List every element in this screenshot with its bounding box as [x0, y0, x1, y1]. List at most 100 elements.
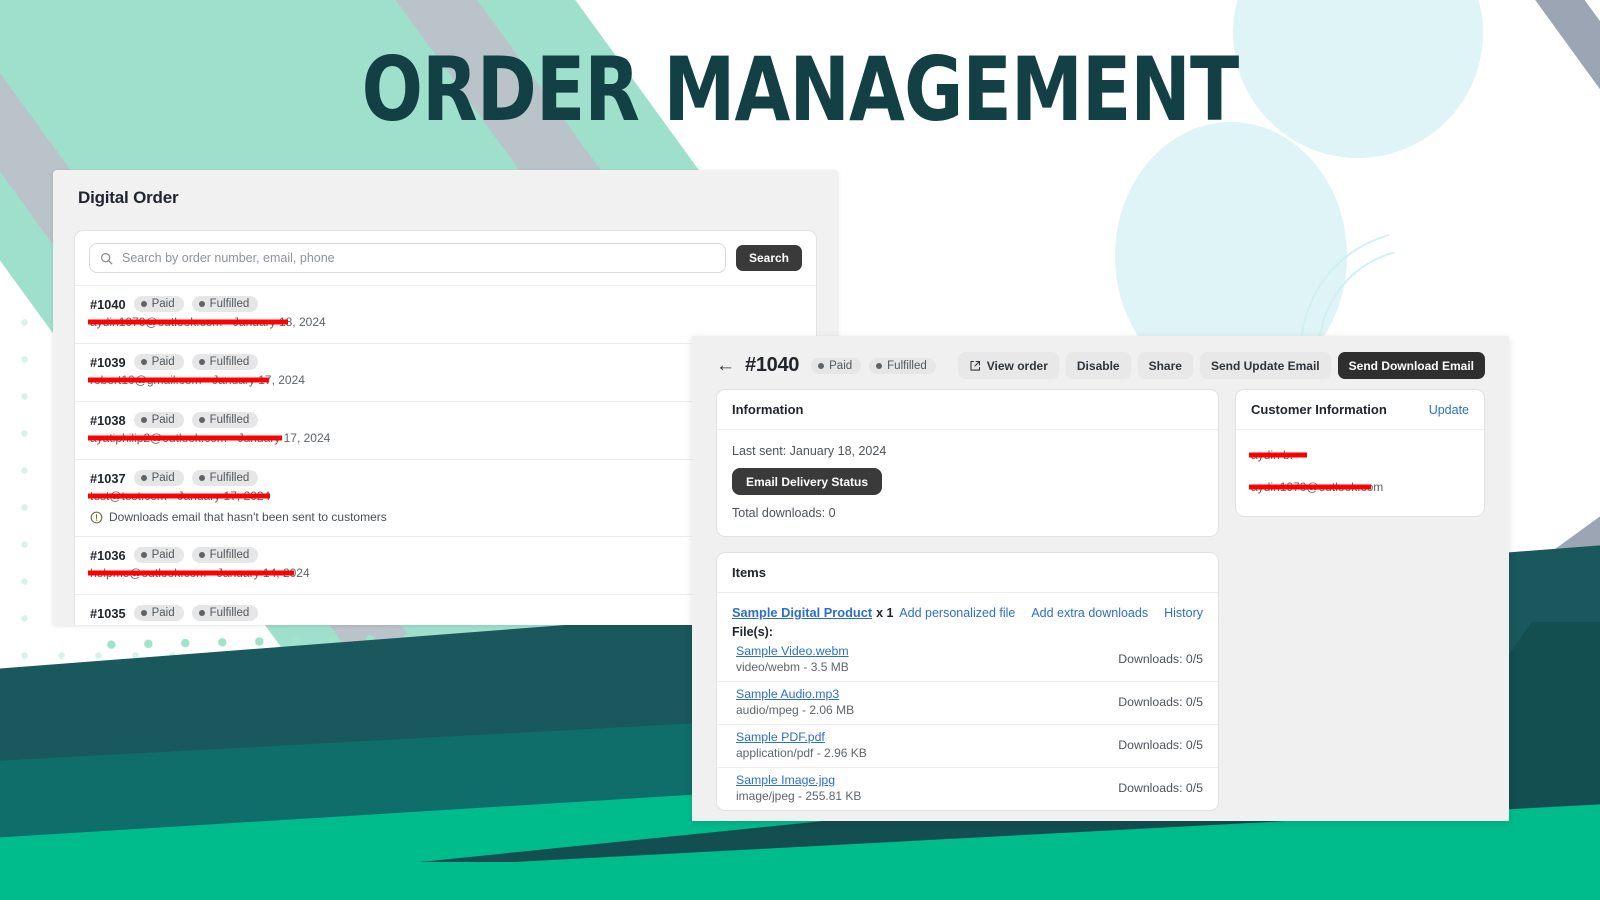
- redaction-bar: [88, 435, 282, 441]
- status-dot-icon: [876, 362, 883, 369]
- status-badge-paid: Paid: [133, 354, 184, 370]
- order-number: #1039: [90, 354, 126, 370]
- file-meta: audio/mpeg - 2.06 MB: [736, 703, 855, 717]
- file-name-link[interactable]: Sample Image.jpg: [736, 773, 861, 787]
- share-button[interactable]: Share: [1137, 352, 1193, 379]
- status-dot-icon: [198, 417, 205, 423]
- status-badge-paid: Paid: [811, 357, 862, 374]
- file-download-count: Downloads: 0/5: [1118, 781, 1203, 795]
- status-badge-label: Fulfilled: [209, 414, 250, 426]
- file-meta: image/jpeg - 255.81 KB: [736, 789, 862, 803]
- status-badge-label: Paid: [151, 298, 175, 310]
- file-info: Sample PDF.pdf application/pdf - 2.96 KB: [736, 730, 867, 760]
- status-dot-icon: [198, 552, 205, 558]
- toolbar-actions: View order Disable Share Send Update Email S…: [957, 352, 1485, 379]
- customer-update-link[interactable]: Update: [1429, 403, 1469, 417]
- add-personalized-file-link[interactable]: Add personalized file: [899, 606, 1015, 620]
- status-badge-label: Fulfilled: [209, 298, 250, 310]
- status-badge-paid: Paid: [133, 605, 184, 621]
- product-quantity: x 1: [876, 606, 894, 620]
- status-badge-label: Fulfilled: [887, 359, 927, 372]
- last-sent-text: Last sent: January 18, 2024: [732, 444, 887, 458]
- status-badge-paid: Paid: [133, 547, 184, 563]
- status-dot-icon: [140, 301, 147, 307]
- file-download-count: Downloads: 0/5: [1118, 652, 1203, 666]
- customer-email-redacted: aydin1070@outlook.com: [1249, 480, 1383, 494]
- status-badge-label: Paid: [151, 356, 175, 368]
- status-badge-label: Paid: [151, 549, 175, 561]
- order-number: #1035: [90, 605, 126, 621]
- redaction-bar: [88, 493, 270, 499]
- status-badge-fulfilled: Fulfilled: [191, 547, 259, 563]
- redaction-bar: [1249, 484, 1371, 490]
- search-button[interactable]: Search: [735, 245, 802, 271]
- order-row[interactable]: #1040 Paid Fulfilled aydin1070@outlook.com …: [75, 285, 816, 343]
- status-badge-fulfilled: Fulfilled: [191, 412, 259, 428]
- order-number: #1038: [90, 412, 126, 428]
- order-number: #1037: [90, 470, 126, 486]
- disable-button[interactable]: Disable: [1065, 352, 1131, 379]
- status-dot-icon: [198, 301, 205, 307]
- search-row: Search: [75, 231, 816, 285]
- share-label: Share: [1148, 358, 1182, 373]
- order-customer-line: aydin1070@outlook.com - January 18, 2024: [88, 315, 326, 329]
- status-dot-icon: [140, 475, 147, 481]
- email-delivery-status-button[interactable]: Email Delivery Status: [732, 468, 883, 495]
- status-dot-icon: [140, 610, 147, 616]
- order-customer-line: robert10@gmail.com - January 17, 2024: [88, 373, 305, 387]
- warning-icon: [90, 511, 103, 523]
- status-badge-label: Fulfilled: [209, 607, 250, 619]
- order-detail-panel: ← #1040 Paid Fulfilled View order Disable…: [692, 336, 1509, 821]
- detail-side-column: Customer Information Update aydin b. ayd…: [1235, 389, 1485, 811]
- file-info: Sample Image.jpg image/jpeg - 255.81 KB: [736, 773, 861, 803]
- status-badge-paid: Paid: [133, 296, 184, 312]
- page-title: ORDER MANAGEMENT: [361, 38, 1240, 141]
- status-badge-paid: Paid: [133, 470, 184, 486]
- view-order-button[interactable]: View order: [957, 352, 1059, 379]
- order-customer-line: ayatiphilip2@outlook.com - January 17, 2…: [88, 431, 330, 445]
- file-name-link[interactable]: Sample Video.webm: [736, 644, 849, 658]
- send-update-email-button[interactable]: Send Update Email: [1199, 352, 1331, 379]
- detail-body: Information Last sent: January 18, 2024 …: [692, 389, 1509, 811]
- file-row: Sample Audio.mp3 audio/mpeg - 2.06 MB Down…: [717, 681, 1218, 724]
- redaction-bar: [88, 377, 269, 383]
- order-customer-line: helpme@outlook.com - January 14, 2024: [88, 566, 310, 580]
- file-name-link[interactable]: Sample Audio.mp3: [736, 687, 854, 701]
- information-body: Last sent: January 18, 2024 Email Delive…: [717, 430, 1218, 536]
- status-badge-label: Fulfilled: [209, 356, 250, 368]
- items-heading: Items: [717, 553, 1218, 593]
- status-badge-fulfilled: Fulfilled: [869, 357, 936, 374]
- search-box[interactable]: [89, 243, 726, 273]
- file-row: Sample Image.jpg image/jpeg - 255.81 KB Do…: [717, 767, 1218, 810]
- status-badge-fulfilled: Fulfilled: [191, 354, 259, 370]
- view-order-label: View order: [986, 358, 1048, 373]
- status-badge-label: Paid: [829, 359, 853, 372]
- file-name-link[interactable]: Sample PDF.pdf: [736, 730, 867, 744]
- status-badge-label: Fulfilled: [209, 472, 250, 484]
- customer-heading-label: Customer Information: [1251, 402, 1387, 417]
- status-badge-label: Paid: [151, 607, 175, 619]
- history-link[interactable]: History: [1164, 606, 1203, 620]
- back-arrow-icon[interactable]: ←: [716, 356, 735, 375]
- search-input[interactable]: [122, 251, 715, 265]
- product-name-link[interactable]: Sample Digital Product: [732, 605, 872, 620]
- status-badge-fulfilled: Fulfilled: [191, 296, 259, 312]
- add-extra-downloads-link[interactable]: Add extra downloads: [1031, 606, 1148, 620]
- detail-status-badges: Paid Fulfilled: [811, 357, 936, 374]
- disable-label: Disable: [1076, 358, 1120, 373]
- files-list: Sample Video.webm video/webm - 3.5 MB Down…: [717, 639, 1218, 810]
- status-dot-icon: [198, 359, 205, 365]
- item-header-row: Sample Digital Product x 1 Add personali…: [717, 593, 1218, 620]
- order-customer-text: paulahermorillcy@gmail.com - January 14,…: [90, 624, 348, 625]
- status-badge-paid: Paid: [133, 412, 184, 428]
- order-customer-line: test@test.com - January 17, 2024: [88, 489, 270, 503]
- file-meta: video/webm - 3.5 MB: [736, 660, 849, 674]
- information-heading: Information: [717, 390, 1218, 430]
- status-badge-label: Paid: [151, 472, 175, 484]
- file-download-count: Downloads: 0/5: [1118, 695, 1203, 709]
- customer-name-redacted: aydin b.: [1249, 448, 1307, 462]
- send-download-email-button[interactable]: Send Download Email: [1337, 352, 1485, 379]
- order-row-header: #1040 Paid Fulfilled: [90, 296, 801, 312]
- file-info: Sample Audio.mp3 audio/mpeg - 2.06 MB: [736, 687, 854, 717]
- file-row: Sample PDF.pdf application/pdf - 2.96 KB D…: [717, 724, 1218, 767]
